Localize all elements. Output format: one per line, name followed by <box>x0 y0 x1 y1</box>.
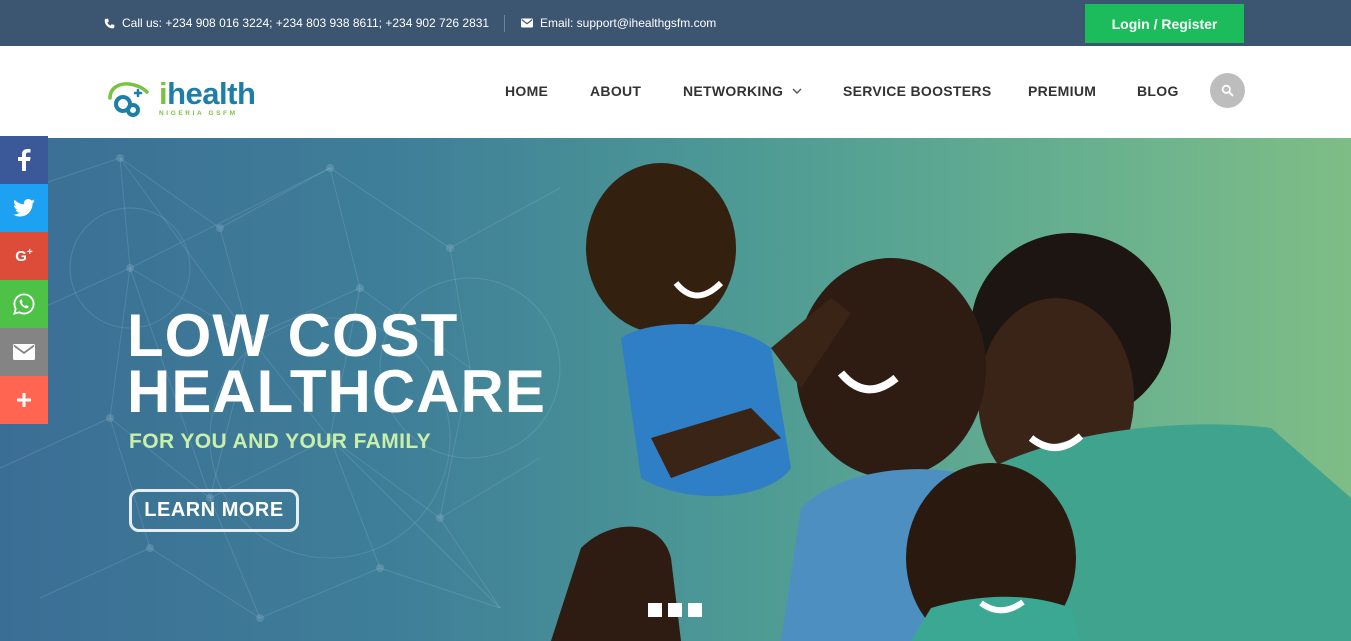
site-logo[interactable]: ihealth NIGERIA GSFM <box>107 76 267 118</box>
envelope-icon <box>13 344 35 360</box>
whatsapp-icon <box>13 293 35 315</box>
nav-premium[interactable]: PREMIUM <box>1028 83 1096 99</box>
slider-dot-2[interactable] <box>668 603 682 617</box>
login-register-button[interactable]: Login / Register <box>1085 4 1244 43</box>
social-share-bar: G+ <box>0 136 48 424</box>
email-share-button[interactable] <box>0 328 48 376</box>
twitter-icon <box>13 199 35 217</box>
slider-dot-1[interactable] <box>648 603 662 617</box>
hero-subline: FOR YOU AND YOUR FAMILY <box>129 430 432 453</box>
learn-more-button[interactable]: LEARN MORE <box>129 489 299 532</box>
hero-family-image <box>551 163 1351 641</box>
chevron-down-icon[interactable] <box>792 88 802 95</box>
hero-headline-line2: HEALTHCARE <box>127 358 546 425</box>
nav-home[interactable]: HOME <box>505 83 548 99</box>
phone-text: Call us: +234 908 016 3224; +234 803 938… <box>122 16 490 30</box>
slider-dot-3[interactable] <box>688 603 702 617</box>
logo-mark-icon <box>108 82 149 117</box>
logo-tagline: NIGERIA GSFM <box>159 110 238 117</box>
google-plus-share-button[interactable]: G+ <box>0 232 48 280</box>
hero-headline-line1: LOW COST <box>127 302 459 369</box>
email-text[interactable]: Email: support@ihealthgsfm.com <box>540 16 716 30</box>
nav-blog[interactable]: BLOG <box>1137 83 1179 99</box>
nav-about[interactable]: ABOUT <box>590 83 641 99</box>
nav-premium-wrap: PREMIUM <box>1028 83 1096 99</box>
search-button[interactable] <box>1210 73 1245 108</box>
nav-networking[interactable]: NETWORKING <box>683 83 783 99</box>
more-share-button[interactable] <box>0 376 48 424</box>
plus-icon <box>17 393 31 407</box>
main-nav: HOME <box>505 83 548 99</box>
nav-service-boosters[interactable]: SERVICE BOOSTERS <box>843 83 991 99</box>
facebook-icon <box>18 149 31 171</box>
whatsapp-share-button[interactable] <box>0 280 48 328</box>
hero-slider: LOW COST HEALTHCARE FOR YOU AND YOUR FAM… <box>0 138 1351 641</box>
nav-networking-wrap: NETWORKING <box>683 83 802 99</box>
logo-wordmark: ihealth <box>159 76 256 111</box>
email-contact: Email: support@ihealthgsfm.com <box>521 16 716 30</box>
topbar-divider <box>504 15 505 32</box>
phone-icon <box>104 18 115 28</box>
hero-headline: LOW COST HEALTHCARE <box>127 302 546 425</box>
phone-contact: Call us: +234 908 016 3224; +234 803 938… <box>104 16 489 30</box>
main-header: ihealth NIGERIA GSFM HOME ABOUT NETWORKI… <box>0 46 1351 138</box>
facebook-share-button[interactable] <box>0 136 48 184</box>
google-plus-icon: G+ <box>15 247 33 265</box>
nav-about-wrap: ABOUT <box>590 83 641 99</box>
nav-service-boosters-wrap: SERVICE BOOSTERS <box>843 83 991 99</box>
envelope-icon <box>521 18 533 28</box>
twitter-share-button[interactable] <box>0 184 48 232</box>
nav-blog-wrap: BLOG <box>1137 83 1179 99</box>
search-icon <box>1221 84 1234 97</box>
slider-pagination <box>648 603 702 617</box>
top-bar: Call us: +234 908 016 3224; +234 803 938… <box>0 0 1351 46</box>
